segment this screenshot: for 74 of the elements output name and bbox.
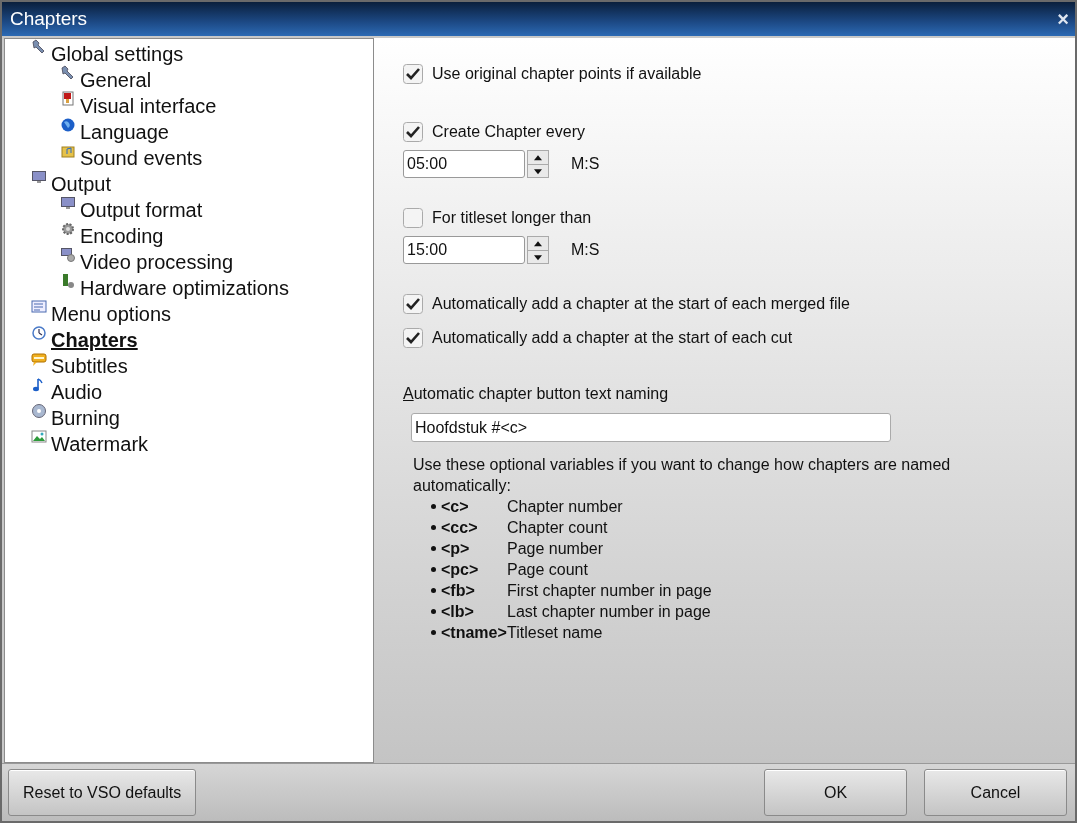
sidebar-item[interactable]: General (80, 67, 152, 93)
sidebar-item[interactable]: Burning (51, 405, 120, 431)
checkbox[interactable] (403, 122, 423, 142)
variable-description: Page count (507, 560, 588, 579)
bullet-icon (431, 525, 436, 530)
gear-icon (60, 221, 76, 237)
close-button[interactable]: × (1057, 7, 1069, 31)
wrench-icon (31, 39, 47, 55)
monitor-gear-icon (60, 247, 76, 263)
checkbox-label: Use original chapter points if available (432, 65, 702, 83)
sidebar-item[interactable]: Visual interface (80, 93, 217, 119)
variable-name: <pc> (441, 560, 480, 579)
checkbox-label: Automatically add a chapter at the start of each merged file (432, 295, 850, 313)
variable-description: Page number (507, 539, 604, 558)
globe-icon (60, 117, 76, 133)
naming-field[interactable]: Hoofdstuk #<c> (411, 413, 891, 442)
checkbox[interactable] (403, 294, 423, 314)
sidebar-item[interactable]: Subtitles (51, 353, 128, 379)
checkbox[interactable] (403, 208, 423, 228)
sidebar-item[interactable]: Chapters (51, 327, 138, 353)
dialog-button[interactable]: OK (764, 769, 907, 816)
variable-name: <p> (441, 539, 471, 558)
bullet-icon (431, 567, 436, 572)
variable-name: <c> (441, 497, 470, 516)
speech-bubble-icon (31, 351, 47, 367)
monitor-icon (31, 169, 47, 185)
sidebar-item[interactable]: Audio (51, 379, 103, 405)
sidebar-item[interactable]: Video processing (80, 249, 234, 275)
variable-description: Titleset name (507, 623, 603, 642)
variable-name: <cc> (441, 518, 479, 537)
sidebar-item[interactable]: Sound events (80, 145, 203, 171)
monitor-icon (60, 195, 76, 211)
unit-label: M:S (571, 241, 600, 259)
bullet-icon (431, 588, 436, 593)
sidebar-item[interactable]: Menu options (51, 301, 172, 327)
checkbox-label: For titleset longer than (432, 209, 592, 227)
unit-label: M:S (571, 155, 600, 173)
sidebar-item[interactable]: Output (51, 171, 112, 197)
variable-description: Last chapter number in page (507, 602, 711, 621)
brush-icon (60, 91, 76, 107)
sidebar-item[interactable]: Global settings (51, 41, 184, 67)
sidebar-item[interactable]: Watermark (51, 431, 149, 457)
picture-icon (31, 429, 47, 445)
sidebar-item[interactable]: Output format (80, 197, 203, 223)
checkbox-label: Create Chapter every (432, 123, 585, 141)
spin-buttons[interactable] (527, 150, 549, 178)
field-label: Automatic chapter button text naming (403, 385, 670, 403)
checkbox[interactable] (403, 64, 423, 84)
help-text: Use these optional variables if you want to change how chapters are named automatically: (413, 455, 952, 496)
bullet-icon (431, 504, 436, 509)
window-title: Chapters (10, 8, 88, 30)
variable-description: Chapter count (507, 518, 608, 537)
variable-description: First chapter number in page (507, 581, 712, 600)
checkbox[interactable] (403, 328, 423, 348)
bullet-icon (431, 546, 436, 551)
dialog-button[interactable]: Reset to VSO defaults (8, 769, 197, 816)
time-field[interactable]: 05:00 (403, 150, 525, 178)
disc-icon (31, 403, 47, 419)
variable-description: Chapter number (507, 497, 623, 516)
time-field[interactable]: 15:00 (403, 236, 525, 264)
variable-name: <tname> (441, 623, 507, 642)
bullet-icon (431, 609, 436, 614)
clock-icon (31, 325, 47, 341)
bullet-icon (431, 630, 436, 635)
spin-buttons[interactable] (527, 236, 549, 264)
sidebar-item[interactable]: Encoding (80, 223, 164, 249)
variable-name: <fb> (441, 581, 476, 600)
dialog-button[interactable]: Cancel (924, 769, 1067, 816)
checkbox-label: Automatically add a chapter at the start of each cut (432, 329, 793, 347)
wrench-icon (60, 65, 76, 81)
sidebar-item[interactable]: Language (80, 119, 169, 145)
sidebar-item[interactable]: Hardware optimizations (80, 275, 289, 301)
list-icon (31, 299, 47, 315)
variable-name: <lb> (441, 602, 475, 621)
